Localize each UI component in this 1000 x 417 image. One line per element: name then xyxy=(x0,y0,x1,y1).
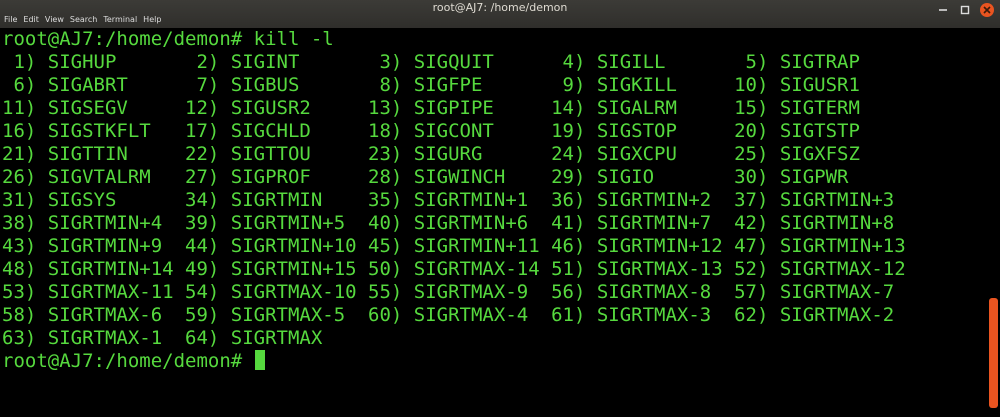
shell-prompt: root@AJ7:/home/demon# xyxy=(2,350,254,372)
terminal-line: 58) SIGRTMAX-6 59) SIGRTMAX-5 60) SIGRTM… xyxy=(2,304,895,326)
maximize-icon[interactable] xyxy=(958,3,972,17)
menu-view[interactable]: View xyxy=(42,12,67,28)
terminal-line: 6) SIGABRT 7) SIGBUS 8) SIGFPE 9) SIGKIL… xyxy=(2,74,860,96)
terminal-output[interactable]: root@AJ7:/home/demon# kill -l 1) SIGHUP … xyxy=(0,28,988,417)
terminal-line: 16) SIGSTKFLT 17) SIGCHLD 18) SIGCONT 19… xyxy=(2,120,860,142)
menu-bar: File Edit View Search Terminal Help xyxy=(0,12,164,28)
terminal-line: 63) SIGRTMAX-1 64) SIGRTMAX xyxy=(2,327,323,349)
minimize-icon[interactable] xyxy=(936,3,950,17)
terminal-line: root@AJ7:/home/demon# kill -l xyxy=(2,28,334,50)
menu-edit[interactable]: Edit xyxy=(20,12,42,28)
text-cursor xyxy=(254,350,265,370)
window-titlebar[interactable]: root@AJ7: /home/demon File Edit View Sea… xyxy=(0,0,1000,28)
scrollbar-thumb[interactable] xyxy=(989,298,998,408)
window-controls xyxy=(936,3,994,17)
terminal-line: 26) SIGVTALRM 27) SIGPROF 28) SIGWINCH 2… xyxy=(2,166,849,188)
terminal-line: 11) SIGSEGV 12) SIGUSR2 13) SIGPIPE 14) … xyxy=(2,97,860,119)
terminal-line: 43) SIGRTMIN+9 44) SIGRTMIN+10 45) SIGRT… xyxy=(2,235,906,257)
terminal-line: 31) SIGSYS 34) SIGRTMIN 35) SIGRTMIN+1 3… xyxy=(2,189,895,211)
terminal-line: 21) SIGTTIN 22) SIGTTOU 23) SIGURG 24) S… xyxy=(2,143,860,165)
terminal-line: 1) SIGHUP 2) SIGINT 3) SIGQUIT 4) SIGILL… xyxy=(2,51,860,73)
terminal-line: 38) SIGRTMIN+4 39) SIGRTMIN+5 40) SIGRTM… xyxy=(2,212,895,234)
terminal-line: 48) SIGRTMIN+14 49) SIGRTMIN+15 50) SIGR… xyxy=(2,258,906,280)
menu-search[interactable]: Search xyxy=(67,12,100,28)
scrollbar[interactable] xyxy=(988,28,1000,417)
close-icon[interactable] xyxy=(980,3,994,17)
menu-help[interactable]: Help xyxy=(140,12,164,28)
menu-file[interactable]: File xyxy=(0,12,20,28)
menu-terminal[interactable]: Terminal xyxy=(100,12,140,28)
prompt-line[interactable]: root@AJ7:/home/demon# xyxy=(2,350,265,373)
terminal-line: 53) SIGRTMAX-11 54) SIGRTMAX-10 55) SIGR… xyxy=(2,281,895,303)
